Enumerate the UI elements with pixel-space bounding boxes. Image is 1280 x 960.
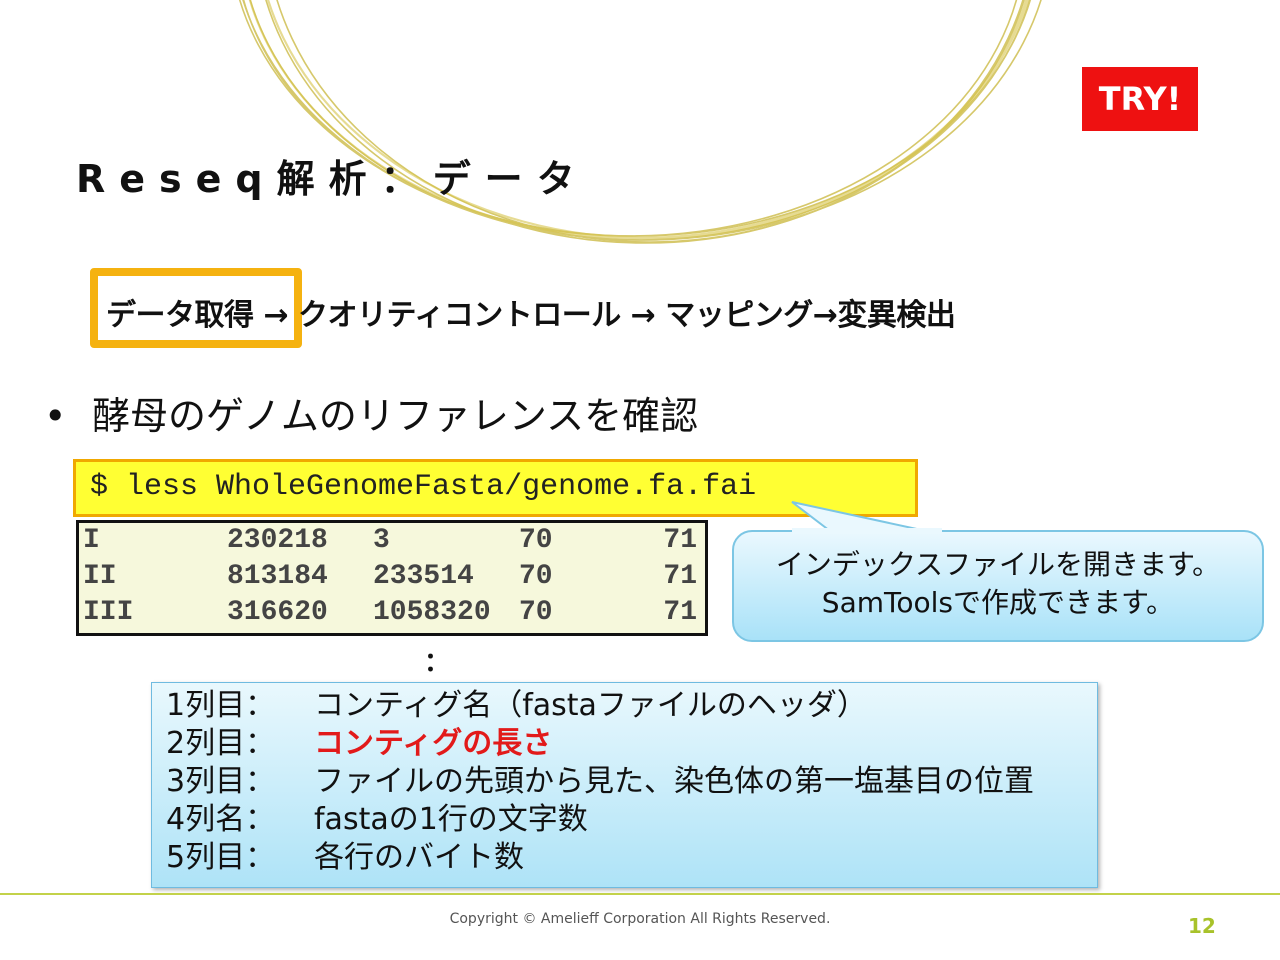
- slide-title: Reseq解析：データ: [76, 157, 589, 201]
- fai-name: II: [83, 561, 117, 592]
- flow-arrow: →: [812, 298, 838, 333]
- column-description: ファイルの先頭から見た、染色体の第一塩基目の位置: [314, 764, 1034, 799]
- fai-length: 813184: [227, 561, 328, 592]
- fai-offset: 1058320: [373, 597, 491, 628]
- fai-linewidth: 71: [663, 597, 697, 628]
- callout-pointer-cover: [792, 528, 942, 534]
- fai-length: 230218: [227, 525, 328, 556]
- column-label: 3列目：: [166, 764, 276, 799]
- callout-line: インデックスファイルを開きます。: [775, 548, 1221, 581]
- fai-linewidth: 71: [663, 525, 697, 556]
- list-item: 2列目： コンティグの長さ: [166, 725, 1097, 763]
- flow-step-variant-detection: 変異検出: [837, 298, 956, 333]
- bullet-item: • 酵母のゲノムのリファレンスを確認: [44, 385, 698, 440]
- ellipsis-mark: ：: [424, 648, 451, 678]
- fai-linewidth: 71: [663, 561, 697, 592]
- fai-name: I: [83, 525, 100, 556]
- fai-offset: 3: [373, 525, 390, 556]
- flow-arrow: →: [253, 298, 299, 333]
- bullet-marker: •: [44, 394, 67, 438]
- bullet-text: 酵母のゲノムのリファレンスを確認: [92, 394, 699, 438]
- callout-line: SamToolsで作成できます。: [821, 586, 1175, 619]
- fai-linebases: 70: [519, 561, 553, 592]
- column-description: fastaの1行の文字数: [314, 802, 588, 837]
- column-label: 4列名：: [166, 802, 276, 837]
- copyright-text: Copyright © Amelieff Corporation All Rig…: [449, 911, 831, 927]
- column-label: 5列目：: [166, 840, 276, 875]
- flow-arrow: →: [620, 298, 666, 333]
- column-label: 2列目：: [166, 726, 276, 761]
- page-number: 12: [1188, 914, 1216, 938]
- list-item: 1列目： コンティグ名（fastaファイルのヘッダ）: [166, 687, 1097, 725]
- column-description: 各行のバイト数: [314, 840, 524, 875]
- callout-bubble: インデックスファイルを開きます。 SamToolsで作成できます。: [732, 530, 1264, 642]
- workflow-steps: データ取得 → クオリティコントロール → マッピング→変異検出: [106, 290, 956, 334]
- fai-length: 316620: [227, 597, 328, 628]
- flow-step-data-acquisition: データ取得: [106, 298, 254, 333]
- list-item: 3列目： ファイルの先頭から見た、染色体の第一塩基目の位置: [166, 763, 1097, 801]
- fai-name: III: [83, 597, 134, 628]
- column-label: 1列目：: [166, 688, 276, 723]
- column-description-highlight: コンティグの長さ: [314, 726, 553, 761]
- try-badge: TRY!: [1082, 67, 1198, 131]
- table-row: I 230218 3 70 71: [79, 523, 705, 559]
- column-description: コンティグ名（fastaファイルのヘッダ）: [314, 688, 867, 723]
- column-description-box: 1列目： コンティグ名（fastaファイルのヘッダ） 2列目： コンティグの長さ…: [151, 682, 1098, 888]
- fai-offset: 233514: [373, 561, 474, 592]
- flow-step-mapping: マッピング: [665, 298, 813, 333]
- fai-linebases: 70: [519, 525, 553, 556]
- fai-output-table: I 230218 3 70 71 II 813184 233514 70 71 …: [76, 520, 708, 636]
- table-row: III 316620 1058320 70 71: [79, 595, 705, 631]
- flow-step-quality-control: クオリティコントロール: [298, 298, 621, 333]
- list-item: 5列目： 各行のバイト数: [166, 839, 1097, 877]
- fai-linebases: 70: [519, 597, 553, 628]
- list-item: 4列名： fastaの1行の文字数: [166, 801, 1097, 839]
- footer-divider: [0, 893, 1280, 895]
- table-row: II 813184 233514 70 71: [79, 559, 705, 595]
- decorative-rings: [238, 0, 1042, 244]
